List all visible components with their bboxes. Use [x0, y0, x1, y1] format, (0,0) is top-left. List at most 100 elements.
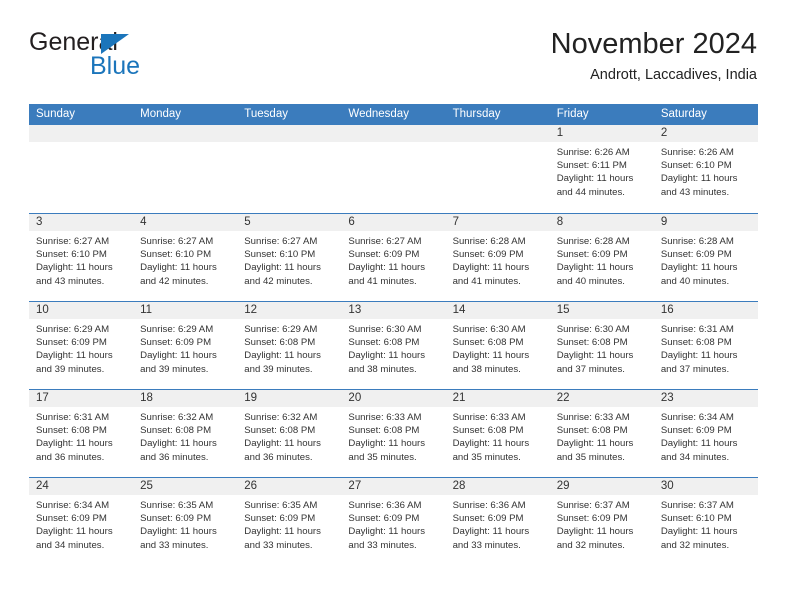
day-number[interactable]: 2 — [654, 125, 758, 142]
day-number[interactable]: 23 — [654, 390, 758, 407]
day-cell[interactable]: Sunrise: 6:30 AM Sunset: 6:08 PM Daylight:… — [446, 319, 550, 389]
day-cell[interactable]: Sunrise: 6:37 AM Sunset: 6:09 PM Daylight:… — [550, 495, 654, 565]
day-cell[interactable]: Sunrise: 6:33 AM Sunset: 6:08 PM Daylight:… — [446, 407, 550, 477]
day-detail-line: Sunset: 6:09 PM — [36, 513, 107, 525]
day-detail-line: and 36 minutes. — [36, 451, 105, 463]
day-number[interactable]: 24 — [29, 478, 133, 495]
day-number[interactable]: 7 — [446, 214, 550, 231]
day-detail-line: Sunset: 6:08 PM — [244, 337, 316, 349]
day-cell[interactable]: Sunrise: 6:27 AM Sunset: 6:10 PM Daylight:… — [29, 231, 133, 301]
day-number[interactable]: 21 — [446, 390, 550, 407]
day-cell[interactable]: Sunrise: 6:33 AM Sunset: 6:08 PM Daylight:… — [550, 407, 654, 477]
day-detail-line: Sunset: 6:11 PM — [556, 160, 627, 172]
day-detail-line: Daylight: 11 hours — [660, 438, 738, 450]
day-detail-line: Daylight: 11 hours — [452, 438, 530, 450]
day-detail-line: Daylight: 11 hours — [452, 262, 530, 274]
day-number[interactable]: 19 — [237, 390, 341, 407]
day-detail-line: Sunset: 6:09 PM — [452, 513, 524, 525]
day-detail-line: Daylight: 11 hours — [244, 526, 321, 538]
page-title: November 2024 — [550, 28, 757, 60]
day-number[interactable]: 25 — [133, 478, 237, 495]
day-cell[interactable]: Sunrise: 6:36 AM Sunset: 6:09 PM Daylight:… — [446, 495, 550, 565]
day-number[interactable]: 17 — [29, 390, 133, 407]
day-number[interactable]: 26 — [237, 478, 341, 495]
day-cell[interactable]: Sunrise: 6:33 AM Sunset: 6:08 PM Daylight:… — [341, 407, 445, 477]
day-number[interactable]: 5 — [237, 214, 341, 231]
day-detail-line: Sunset: 6:09 PM — [244, 513, 316, 525]
day-cell[interactable]: Sunrise: 6:34 AM Sunset: 6:09 PM Daylight:… — [29, 495, 133, 565]
day-detail-line: Sunrise: 6:28 AM — [452, 236, 526, 247]
calendar-week-row: 1 2 Sunrise: 6:26 AM Sunset: 6:11 PM Dayligh… — [29, 125, 758, 213]
day-number[interactable]: 18 — [133, 390, 237, 407]
day-detail-line: Sunrise: 6:37 AM — [660, 500, 734, 511]
day-number[interactable]: 1 — [550, 125, 654, 142]
day-number[interactable]: 3 — [29, 214, 133, 231]
day-cell[interactable]: Sunrise: 6:35 AM Sunset: 6:09 PM Daylight:… — [237, 495, 341, 565]
location-subtitle: Andrott, Laccadives, India — [590, 67, 757, 84]
day-number[interactable]: 12 — [237, 302, 341, 319]
day-detail-line: Sunset: 6:10 PM — [36, 249, 107, 261]
day-cell[interactable]: Sunrise: 6:26 AM Sunset: 6:10 PM Daylight:… — [654, 142, 758, 212]
day-number[interactable]: 14 — [446, 302, 550, 319]
day-cell[interactable]: Sunrise: 6:30 AM Sunset: 6:08 PM Daylight:… — [341, 319, 445, 389]
day-cell[interactable]: Sunrise: 6:27 AM Sunset: 6:10 PM Daylight:… — [237, 231, 341, 301]
day-cell[interactable]: Sunrise: 6:36 AM Sunset: 6:09 PM Daylight:… — [341, 495, 445, 565]
day-number[interactable]: 22 — [550, 390, 654, 407]
weekday-header-thursday: Thursday — [452, 108, 501, 120]
day-cell[interactable]: Sunrise: 6:35 AM Sunset: 6:09 PM Daylight:… — [133, 495, 237, 565]
day-detail-line: Sunset: 6:08 PM — [244, 425, 316, 437]
day-number[interactable]: 15 — [550, 302, 654, 319]
calendar-week-row: 3 4 5 6 7 8 9 Sunrise: 6:27 AM Sunset: 6:10 PM Da… — [29, 213, 758, 301]
day-cell[interactable]: Sunrise: 6:27 AM Sunset: 6:10 PM Daylight:… — [133, 231, 237, 301]
day-detail-line: Sunset: 6:08 PM — [348, 425, 420, 437]
day-cell[interactable]: Sunrise: 6:28 AM Sunset: 6:09 PM Daylight:… — [550, 231, 654, 301]
page-header: General Blue November 2024 Andrott, Lacc… — [29, 28, 757, 96]
day-detail-line: Sunrise: 6:27 AM — [36, 236, 110, 247]
day-number[interactable]: 20 — [341, 390, 445, 407]
day-number[interactable]: 29 — [550, 478, 654, 495]
day-detail-line: Daylight: 11 hours — [36, 262, 113, 274]
day-detail-line: Daylight: 11 hours — [36, 350, 113, 362]
day-detail-line: Sunrise: 6:28 AM — [660, 236, 734, 247]
day-number[interactable]: 27 — [341, 478, 445, 495]
day-detail-line: Sunrise: 6:33 AM — [452, 412, 526, 423]
day-number[interactable]: 13 — [341, 302, 445, 319]
day-detail-line: and 33 minutes. — [244, 539, 313, 551]
day-detail-line: and 41 minutes. — [452, 275, 521, 287]
day-cell[interactable]: Sunrise: 6:32 AM Sunset: 6:08 PM Daylight:… — [237, 407, 341, 477]
day-detail-line: Sunrise: 6:34 AM — [36, 500, 110, 511]
day-detail-line: Sunrise: 6:30 AM — [556, 324, 630, 335]
day-cell[interactable]: Sunrise: 6:26 AM Sunset: 6:11 PM Daylight:… — [550, 142, 654, 212]
day-detail-line: Daylight: 11 hours — [348, 350, 426, 362]
day-cell[interactable]: Sunrise: 6:29 AM Sunset: 6:09 PM Daylight:… — [29, 319, 133, 389]
day-number[interactable]: 9 — [654, 214, 758, 231]
day-cell[interactable]: Sunrise: 6:28 AM Sunset: 6:09 PM Daylight:… — [446, 231, 550, 301]
day-cell[interactable]: Sunrise: 6:31 AM Sunset: 6:08 PM Daylight:… — [654, 319, 758, 389]
day-cell[interactable]: Sunrise: 6:34 AM Sunset: 6:09 PM Daylight:… — [654, 407, 758, 477]
day-number[interactable]: 10 — [29, 302, 133, 319]
day-number-empty — [341, 125, 445, 142]
day-cell[interactable]: Sunrise: 6:29 AM Sunset: 6:08 PM Daylight:… — [237, 319, 341, 389]
day-detail-line: Sunset: 6:09 PM — [660, 249, 732, 261]
day-number[interactable]: 4 — [133, 214, 237, 231]
general-blue-logo[interactable]: General Blue — [29, 30, 169, 88]
day-detail-line: and 33 minutes. — [452, 539, 521, 551]
day-number[interactable]: 6 — [341, 214, 445, 231]
day-number[interactable]: 8 — [550, 214, 654, 231]
day-detail-line: Sunset: 6:10 PM — [660, 160, 732, 172]
day-cell[interactable]: Sunrise: 6:37 AM Sunset: 6:10 PM Daylight:… — [654, 495, 758, 565]
day-detail-line: Sunrise: 6:37 AM — [556, 500, 630, 511]
day-number[interactable]: 11 — [133, 302, 237, 319]
day-number[interactable]: 16 — [654, 302, 758, 319]
day-detail-line: Daylight: 11 hours — [244, 438, 321, 450]
day-cell[interactable]: Sunrise: 6:28 AM Sunset: 6:09 PM Daylight:… — [654, 231, 758, 301]
day-cell[interactable]: Sunrise: 6:32 AM Sunset: 6:08 PM Daylight:… — [133, 407, 237, 477]
day-number[interactable]: 28 — [446, 478, 550, 495]
day-cell[interactable]: Sunrise: 6:29 AM Sunset: 6:09 PM Daylight:… — [133, 319, 237, 389]
day-cell[interactable]: Sunrise: 6:27 AM Sunset: 6:09 PM Daylight:… — [341, 231, 445, 301]
day-cell[interactable]: Sunrise: 6:30 AM Sunset: 6:08 PM Daylight:… — [550, 319, 654, 389]
day-detail-line: and 40 minutes. — [660, 275, 730, 287]
day-detail-line: Daylight: 11 hours — [140, 262, 217, 274]
day-cell[interactable]: Sunrise: 6:31 AM Sunset: 6:08 PM Daylight:… — [29, 407, 133, 477]
day-number[interactable]: 30 — [654, 478, 758, 495]
